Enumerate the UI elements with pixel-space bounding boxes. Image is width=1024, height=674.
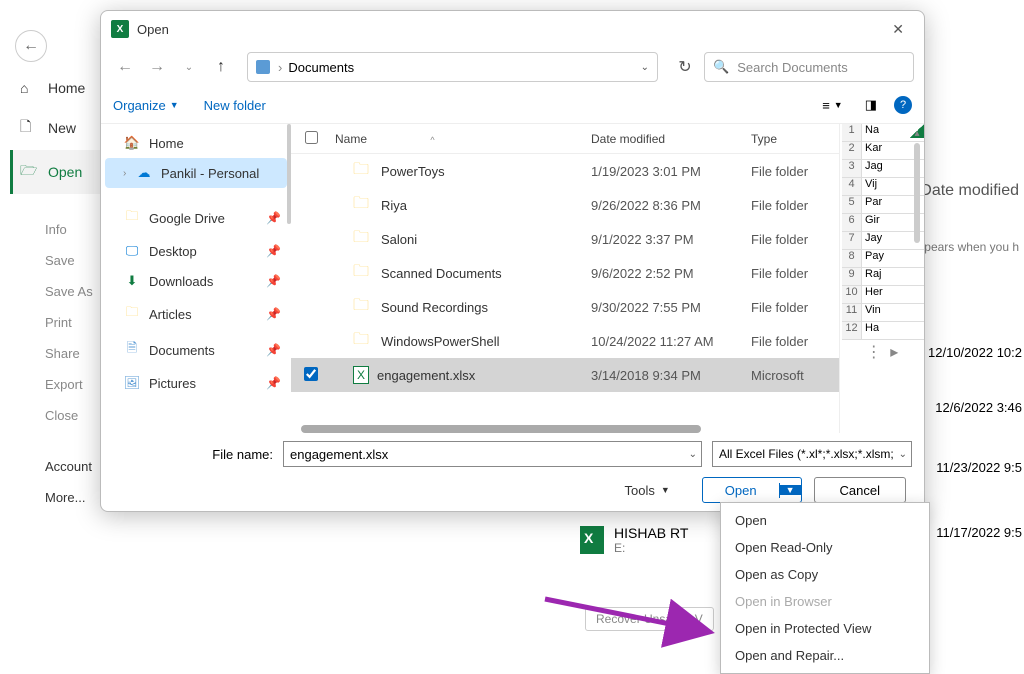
new-folder-button[interactable]: New folder <box>204 98 266 113</box>
preview-pane: 1Na2Kar3Jag4Vij5Par6Gir7Jay8Pay9Raj10Her… <box>839 124 924 433</box>
col-name[interactable]: Name ^ <box>331 132 591 146</box>
filename-label: File name: <box>113 447 283 462</box>
sidebar-item-pankil---personal[interactable]: ›☁Pankil - Personal <box>105 158 287 188</box>
view-mode-button[interactable]: ≡ ▼ <box>817 95 848 116</box>
search-icon: 🔍 <box>713 59 729 75</box>
nav-forward-button[interactable]: → <box>143 53 171 81</box>
folder-icon: 🗀 <box>353 158 373 185</box>
organize-button[interactable]: Organize ▼ <box>113 98 179 113</box>
path-bar[interactable]: › Documents ⌄ <box>247 52 658 82</box>
home-icon: 🏠 <box>123 135 141 151</box>
dialog-title: Open <box>137 22 169 37</box>
bg-date-header: Date modified <box>920 182 1019 200</box>
pin-icon: 📌 <box>266 376 281 390</box>
pin-icon: 📌 <box>266 274 281 288</box>
file-row[interactable]: 🗀Saloni9/1/2022 3:37 PMFile folder <box>291 222 839 256</box>
sidebar-item-pictures[interactable]: 🖼Pictures📌 <box>101 368 291 398</box>
sidebar-item-home[interactable]: 🏠Home <box>101 128 291 158</box>
menu-item-open-and-repair-[interactable]: Open and Repair... <box>721 642 929 669</box>
open-dropdown-menu: OpenOpen Read-OnlyOpen as CopyOpen in Br… <box>720 502 930 674</box>
recover-unsaved-button[interactable]: Recover Unsaved V <box>585 607 714 631</box>
xlsx-icon: X <box>353 366 369 384</box>
excel-file-icon <box>580 526 604 554</box>
file-list: Name ^ Date modified Type 🗀PowerToys1/19… <box>291 124 839 433</box>
folder-icon: 🗀 <box>353 226 373 253</box>
excel-app-icon: X <box>111 20 129 38</box>
folder-icon: 🗀 <box>123 303 141 325</box>
open-icon: 🗁 <box>20 160 38 184</box>
file-row[interactable]: 🗀PowerToys1/19/2023 3:01 PMFile folder <box>291 154 839 188</box>
folder-icon: 🗀 <box>353 192 373 219</box>
file-row[interactable]: 🗀Scanned Documents9/6/2022 2:52 PMFile f… <box>291 256 839 290</box>
file-row[interactable]: Xengagement.xlsx3/14/2018 9:34 PMMicroso… <box>291 358 839 392</box>
sidebar-item-google-drive[interactable]: 🗀Google Drive📌 <box>101 200 291 236</box>
sidebar-item-downloads[interactable]: ⬇Downloads📌 <box>101 266 291 296</box>
home-icon: ⌂ <box>20 80 38 96</box>
open-dialog: X Open ✕ ← → ⌄ ↑ › Documents ⌄ ↻ 🔍 Searc… <box>100 10 925 512</box>
file-row[interactable]: 🗀WindowsPowerShell10/24/2022 11:27 AMFil… <box>291 324 839 358</box>
col-date[interactable]: Date modified <box>591 132 751 146</box>
chevron-down-icon[interactable]: ⌄ <box>641 62 649 73</box>
bg-date-3: 11/23/2022 9:5 <box>936 460 1022 475</box>
filter-dropdown-icon[interactable]: ⌄ <box>899 449 907 460</box>
file-filter[interactable]: All Excel Files (*.xl*;*.xlsx;*.xlsm;⌄ <box>712 441 912 467</box>
nav-recent-button[interactable]: ⌄ <box>175 53 203 81</box>
menu-item-open-as-copy[interactable]: Open as Copy <box>721 561 929 588</box>
sidebar: 🏠Home›☁Pankil - Personal 🗀Google Drive📌🖵D… <box>101 124 291 433</box>
bg-date-2: 12/6/2022 3:46 <box>935 400 1022 415</box>
help-button[interactable]: ? <box>894 96 912 114</box>
nav-up-button[interactable]: ↑ <box>207 53 235 81</box>
cancel-button[interactable]: Cancel <box>814 477 906 503</box>
download-icon: ⬇ <box>123 273 141 289</box>
bg-date-4: 11/17/2022 9:5 <box>936 525 1022 540</box>
menu-item-open-read-only[interactable]: Open Read-Only <box>721 534 929 561</box>
filename-input[interactable]: engagement.xlsx⌄ <box>283 441 702 467</box>
filename-dropdown-icon[interactable]: ⌄ <box>689 449 697 460</box>
bg-recent-file[interactable]: HISHAB RT E: <box>580 525 688 555</box>
tools-button[interactable]: Tools ▼ <box>625 483 670 498</box>
pin-icon: 📌 <box>266 307 281 321</box>
file-row[interactable]: 🗀Riya9/26/2022 8:36 PMFile folder <box>291 188 839 222</box>
sidebar-item-documents[interactable]: 🗎Documents📌 <box>101 332 291 368</box>
select-all-checkbox[interactable] <box>305 131 318 144</box>
folder-icon: 🗀 <box>353 294 373 321</box>
drive-icon: 🗀 <box>123 207 141 229</box>
bg-filedrive: E: <box>614 541 688 555</box>
sidebar-item-desktop[interactable]: 🖵Desktop📌 <box>101 236 291 266</box>
nav-back-button[interactable]: ← <box>111 53 139 81</box>
bg-filename: HISHAB RT <box>614 525 688 541</box>
preview-scrollbar[interactable]: ▴ <box>910 128 924 388</box>
menu-item-open-in-browser: Open in Browser <box>721 588 929 615</box>
doc-icon: 🗎 <box>123 339 141 361</box>
file-checkbox[interactable] <box>304 367 318 381</box>
folder-icon: 🗀 <box>353 328 373 355</box>
menu-item-open-in-protected-view[interactable]: Open in Protected View <box>721 615 929 642</box>
sidebar-item-articles[interactable]: 🗀Articles📌 <box>101 296 291 332</box>
close-button[interactable]: ✕ <box>882 17 914 42</box>
preview-pane-button[interactable]: ◨ <box>860 94 882 116</box>
documents-path-icon <box>256 60 270 74</box>
folder-icon: 🗀 <box>353 260 373 287</box>
pin-icon: 📌 <box>266 211 281 225</box>
open-split-button[interactable]: Open ▼ <box>702 477 802 503</box>
bg-date-1: 12/10/2022 10:2 <box>928 345 1022 360</box>
chevron-right-icon: › <box>123 168 135 179</box>
desktop-icon: 🖵 <box>123 243 141 259</box>
refresh-button[interactable]: ↻ <box>670 57 700 77</box>
cloud-icon: ☁ <box>135 165 153 181</box>
menu-item-open[interactable]: Open <box>721 507 929 534</box>
search-input[interactable]: 🔍 Search Documents <box>704 52 914 82</box>
pin-icon: 📌 <box>266 343 281 357</box>
pic-icon: 🖼 <box>123 375 141 391</box>
open-dropdown-button[interactable]: ▼ <box>780 485 801 495</box>
bg-hint: pears when you h <box>924 240 1019 254</box>
pin-icon: 📌 <box>266 244 281 258</box>
col-type[interactable]: Type <box>751 132 831 146</box>
back-button[interactable]: ← <box>15 30 47 62</box>
new-icon: 🗋 <box>20 116 38 140</box>
file-row[interactable]: 🗀Sound Recordings9/30/2022 7:55 PMFile f… <box>291 290 839 324</box>
h-scrollbar[interactable] <box>301 425 701 433</box>
